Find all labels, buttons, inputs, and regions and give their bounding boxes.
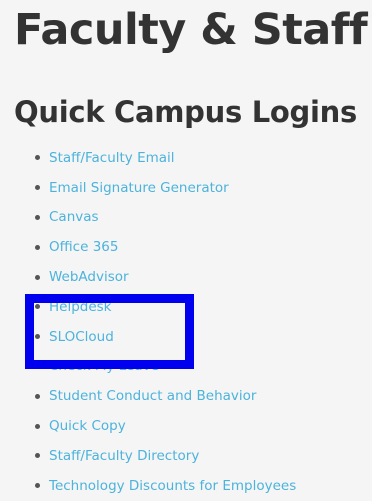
bullet-icon: [35, 214, 40, 220]
link-canvas[interactable]: Canvas: [49, 209, 99, 225]
bullet-icon: [35, 453, 40, 459]
bullet-icon: [35, 393, 40, 399]
link-student-conduct-and-behavior[interactable]: Student Conduct and Behavior: [49, 388, 256, 404]
list-item: Staff/Faculty Directory: [0, 441, 372, 471]
section-title-quick-campus-logins: Quick Campus Logins: [14, 95, 357, 129]
link-staff-faculty-email[interactable]: Staff/Faculty Email: [49, 150, 175, 166]
list-item: Office 365: [0, 232, 372, 262]
list-item: Student Conduct and Behavior: [0, 381, 372, 411]
bullet-icon: [35, 304, 40, 310]
link-slocloud[interactable]: SLOCloud: [49, 329, 114, 345]
list-item: SLOCloud: [0, 322, 372, 352]
bullet-icon: [35, 185, 40, 191]
list-item: Email Signature Generator: [0, 173, 372, 203]
bullet-icon: [35, 483, 40, 489]
link-email-signature-generator[interactable]: Email Signature Generator: [49, 180, 229, 196]
list-item: Check My Leave: [0, 352, 372, 382]
list-item: Quick Copy: [0, 411, 372, 441]
link-helpdesk[interactable]: Helpdesk: [49, 299, 112, 315]
bullet-icon: [35, 274, 40, 280]
bullet-icon: [35, 244, 40, 250]
bullet-icon: [35, 155, 40, 161]
list-item: WebAdvisor: [0, 262, 372, 292]
link-check-my-leave[interactable]: Check My Leave: [49, 358, 159, 374]
quick-login-list: Staff/Faculty Email Email Signature Gene…: [0, 143, 372, 501]
bullet-icon: [35, 334, 40, 340]
list-item: Staff/Faculty Email: [0, 143, 372, 173]
page-title: Faculty & Staff: [14, 5, 368, 55]
list-item: Canvas: [0, 203, 372, 233]
list-item: Technology Discounts for Employees: [0, 471, 372, 501]
link-office-365[interactable]: Office 365: [49, 239, 118, 255]
link-technology-discounts-for-employees[interactable]: Technology Discounts for Employees: [49, 478, 296, 494]
bullet-icon: [35, 423, 40, 429]
link-webadvisor[interactable]: WebAdvisor: [49, 269, 129, 285]
link-quick-copy[interactable]: Quick Copy: [49, 418, 126, 434]
bullet-icon: [35, 363, 40, 369]
list-item: Helpdesk: [0, 292, 372, 322]
link-staff-faculty-directory[interactable]: Staff/Faculty Directory: [49, 448, 199, 464]
